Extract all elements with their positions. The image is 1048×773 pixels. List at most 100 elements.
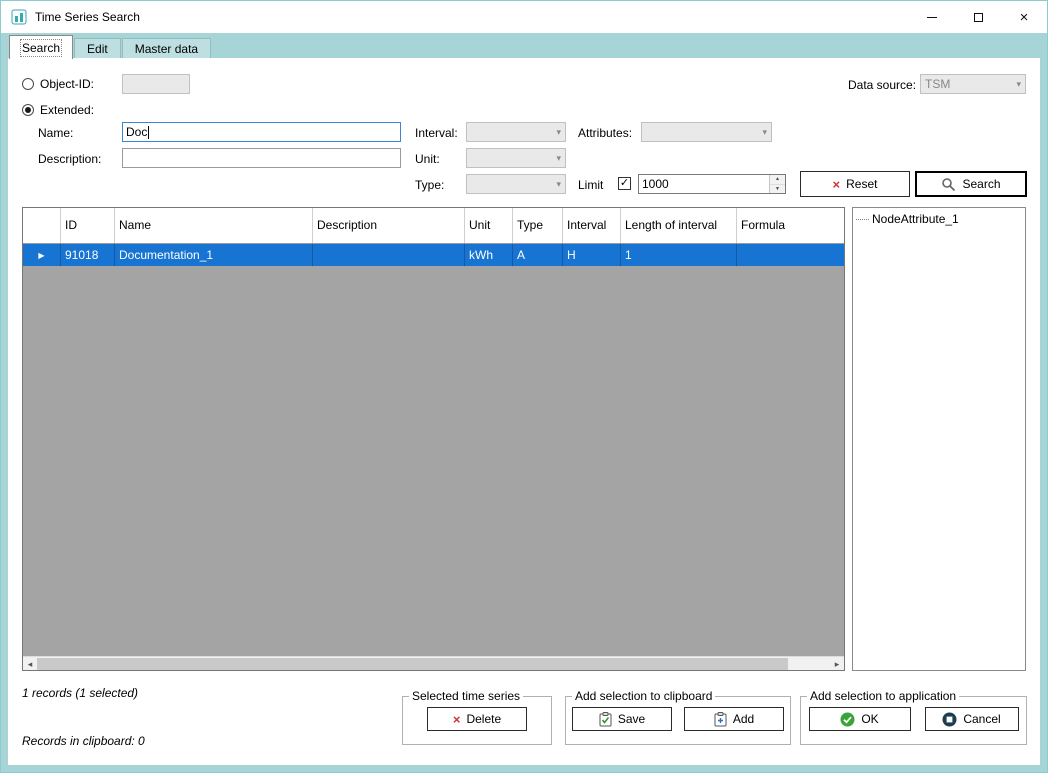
selected-time-series-group: Selected time series × Delete <box>402 689 552 745</box>
ok-check-icon <box>840 712 855 727</box>
description-input[interactable] <box>122 148 401 168</box>
tree-item-nodeattribute[interactable]: NodeAttribute_1 <box>856 212 1022 226</box>
attributes-label: Attributes: <box>578 126 632 140</box>
cancel-stop-icon <box>942 712 957 727</box>
records-status: 1 records (1 selected) <box>22 686 138 700</box>
chevron-down-icon: ▾ <box>1016 79 1021 90</box>
ok-button-label: OK <box>861 712 878 726</box>
interval-select: ▾ <box>466 122 566 142</box>
description-label: Description: <box>38 152 101 166</box>
name-label: Name: <box>38 126 73 140</box>
object-id-input <box>122 74 190 94</box>
column-header-selector[interactable] <box>23 208 61 243</box>
minimize-icon <box>927 17 937 18</box>
reset-button[interactable]: × Reset <box>800 171 910 197</box>
unit-label: Unit: <box>415 152 440 166</box>
delete-button-label: Delete <box>466 712 501 726</box>
data-source-label: Data source: <box>848 78 916 92</box>
application-group: Add selection to application OK <box>800 689 1027 745</box>
attribute-tree-panel: NodeAttribute_1 <box>852 207 1026 671</box>
radio-icon <box>22 78 34 90</box>
chevron-down-icon: ▾ <box>556 179 561 190</box>
search-button-label: Search <box>962 177 1000 191</box>
chevron-down-icon: ▾ <box>556 127 561 138</box>
grid-empty-area <box>23 266 844 656</box>
minimize-button[interactable] <box>909 1 955 33</box>
tab-master-data[interactable]: Master data <box>122 38 211 58</box>
cell-length-of-interval: 1 <box>621 244 737 266</box>
interval-label: Interval: <box>415 126 458 140</box>
spin-up-icon[interactable]: ▲ <box>770 175 785 185</box>
column-header-interval[interactable]: Interval <box>563 208 621 243</box>
column-header-unit[interactable]: Unit <box>465 208 513 243</box>
column-header-formula[interactable]: Formula <box>737 208 844 243</box>
tree-item-label: NodeAttribute_1 <box>872 212 959 226</box>
column-header-id[interactable]: ID <box>61 208 115 243</box>
tab-search[interactable]: Search <box>9 35 73 59</box>
object-id-radio[interactable]: Object-ID: <box>22 77 94 91</box>
add-button-label: Add <box>733 712 754 726</box>
app-icon <box>11 9 27 25</box>
column-header-length-of-interval[interactable]: Length of interval <box>621 208 737 243</box>
cell-name: Documentation_1 <box>115 244 313 266</box>
clipboard-group-label: Add selection to clipboard <box>572 689 715 703</box>
check-icon: ✓ <box>620 178 629 189</box>
scrollbar-thumb[interactable] <box>37 658 788 670</box>
add-button[interactable]: Add <box>684 707 784 731</box>
search-tab-page: Object-ID: Data source: TSM ▾ Extended: … <box>8 58 1040 765</box>
ok-button[interactable]: OK <box>809 707 911 731</box>
name-value: Doc <box>126 125 147 139</box>
window-title: Time Series Search <box>35 10 140 24</box>
close-icon: × <box>1020 10 1029 25</box>
extended-radio[interactable]: Extended: <box>22 103 94 117</box>
application-group-label: Add selection to application <box>807 689 959 703</box>
type-select: ▾ <box>466 174 566 194</box>
extended-radio-label: Extended: <box>40 103 94 117</box>
current-row-arrow-icon: ▶ <box>38 251 44 260</box>
scroll-left-icon[interactable]: ◂ <box>23 657 37 671</box>
spin-down-icon[interactable]: ▼ <box>770 185 785 194</box>
column-header-description[interactable]: Description <box>313 208 465 243</box>
red-x-icon: × <box>833 178 841 191</box>
results-grid: ID Name Description Unit Type Interval L… <box>22 207 845 671</box>
tabstrip: Search Edit Master data <box>8 33 1040 58</box>
name-input[interactable]: Doc <box>122 122 401 142</box>
cell-id: 91018 <box>61 244 115 266</box>
unit-select: ▾ <box>466 148 566 168</box>
save-button[interactable]: Save <box>572 707 672 731</box>
save-button-label: Save <box>618 712 645 726</box>
maximize-button[interactable] <box>955 1 1001 33</box>
type-label: Type: <box>415 178 444 192</box>
scroll-right-icon[interactable]: ▸ <box>830 657 844 671</box>
column-header-type[interactable]: Type <box>513 208 563 243</box>
maximize-icon <box>974 13 983 22</box>
chevron-down-icon: ▾ <box>556 153 561 164</box>
table-row[interactable]: ▶ 91018 Documentation_1 kWh A H 1 <box>23 244 844 266</box>
search-button[interactable]: Search <box>915 171 1027 197</box>
clipboard-check-icon <box>599 712 612 727</box>
data-source-value: TSM <box>925 77 950 91</box>
content-frame: Search Edit Master data Object-ID: Data … <box>1 33 1047 772</box>
column-header-name[interactable]: Name <box>115 208 313 243</box>
radio-selected-icon <box>22 104 34 116</box>
cancel-button[interactable]: Cancel <box>925 707 1019 731</box>
spinner-buttons: ▲ ▼ <box>769 175 785 193</box>
tab-edit[interactable]: Edit <box>74 38 121 58</box>
data-source-select: TSM ▾ <box>920 74 1026 94</box>
red-x-icon: × <box>453 713 461 726</box>
reset-button-label: Reset <box>846 177 877 191</box>
app-window: Time Series Search × Search Edit Master … <box>0 0 1048 773</box>
window-controls: × <box>909 1 1047 33</box>
delete-button[interactable]: × Delete <box>427 707 527 731</box>
cancel-button-label: Cancel <box>963 712 1000 726</box>
limit-input[interactable] <box>639 175 769 193</box>
limit-checkbox[interactable]: ✓ <box>618 177 631 190</box>
limit-spinner: ▲ ▼ <box>638 174 786 194</box>
cell-interval: H <box>563 244 621 266</box>
cell-type: A <box>513 244 563 266</box>
object-id-radio-label: Object-ID: <box>40 77 94 91</box>
tree-line-icon <box>856 219 869 220</box>
text-caret <box>148 126 149 139</box>
horizontal-scrollbar[interactable]: ◂ ▸ <box>23 656 844 670</box>
close-button[interactable]: × <box>1001 1 1047 33</box>
